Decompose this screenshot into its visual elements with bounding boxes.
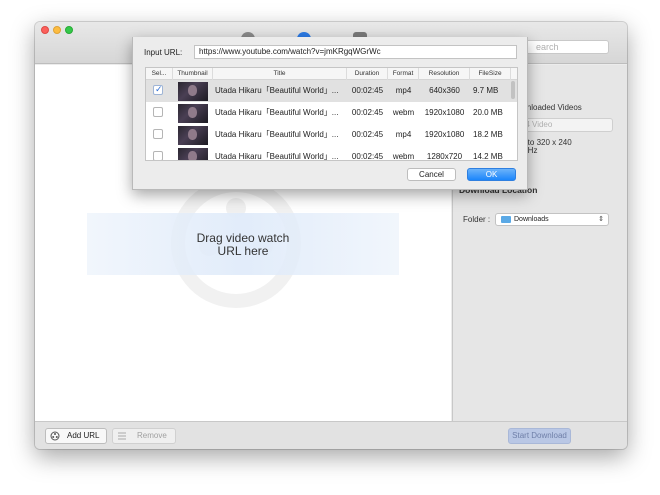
row-format: webm [392, 108, 415, 117]
column-header-thumbnail[interactable]: Thumbnail [173, 68, 213, 80]
bottom-toolbar: Add URL Remove Start Download [35, 421, 627, 449]
row-format: mp4 [395, 86, 412, 95]
column-header-title[interactable]: Title [213, 68, 347, 80]
row-duration: 00:02:45 [351, 108, 384, 117]
row-filesize: 14.2 MB [473, 152, 503, 161]
folder-label: Folder : [463, 215, 491, 224]
column-header-resolution[interactable]: Resolution [419, 68, 470, 80]
column-header-format[interactable]: Format [388, 68, 419, 80]
video-thumbnail [178, 104, 208, 123]
zoom-window-button[interactable] [65, 26, 73, 34]
row-format: webm [392, 152, 415, 161]
folder-value: Downloads [514, 216, 549, 223]
row-resolution: 640x360 [429, 86, 460, 95]
format-table: Sel... Thumbnail Title Duration Format R… [145, 67, 518, 161]
row-resolution: 1920x1080 [424, 130, 465, 139]
row-checkbox[interactable] [153, 84, 163, 95]
remove-button[interactable]: Remove [112, 428, 176, 444]
url-input[interactable]: https://www.youtube.com/watch?v=jmKRgqWG… [194, 45, 517, 59]
row-resolution: 1280x720 [426, 152, 463, 161]
table-scrollbar[interactable] [511, 81, 515, 99]
row-title: Utada Hikaru「Beautiful World」... [215, 152, 339, 161]
drop-zone-line2: URL here [217, 244, 269, 258]
video-thumbnail [178, 126, 208, 145]
column-header-filesize[interactable]: FileSize [470, 68, 511, 80]
video-thumbnail [178, 148, 208, 160]
row-filesize: 9.7 MB [473, 86, 499, 95]
row-title: Utada Hikaru「Beautiful World」... [215, 130, 339, 139]
row-duration: 00:02:45 [351, 86, 384, 95]
video-thumbnail [178, 82, 208, 101]
folder-icon [501, 216, 511, 223]
column-header-duration[interactable]: Duration [347, 68, 388, 80]
film-reel-plus-icon [50, 431, 60, 441]
row-title: Utada Hikaru「Beautiful World」... [215, 86, 339, 95]
folder-select[interactable]: Downloads ⇕ [495, 213, 609, 226]
row-title: Utada Hikaru「Beautiful World」... [215, 108, 339, 117]
table-row[interactable]: Utada Hikaru「Beautiful World」... 00:02:4… [146, 124, 517, 146]
add-url-label: Add URL [67, 431, 100, 440]
close-window-button[interactable] [41, 26, 49, 34]
add-url-button[interactable]: Add URL [45, 428, 107, 444]
row-resolution: 1920x1080 [424, 108, 465, 117]
ok-button[interactable]: OK [467, 168, 516, 181]
row-checkbox[interactable] [153, 129, 163, 139]
column-header-select[interactable]: Sel... [146, 68, 173, 80]
row-duration: 00:02:45 [351, 152, 384, 161]
list-icon [118, 432, 126, 440]
table-header: Sel... Thumbnail Title Duration Format R… [146, 68, 517, 80]
row-duration: 00:02:45 [351, 130, 384, 139]
start-download-button[interactable]: Start Download [508, 428, 571, 444]
row-checkbox[interactable] [153, 107, 163, 117]
minimize-window-button[interactable] [53, 26, 61, 34]
row-filesize: 20.0 MB [473, 108, 503, 117]
search-input[interactable]: earch [515, 40, 609, 54]
row-filesize: 18.2 MB [473, 130, 503, 139]
drop-zone-label: Drag video watch URL here [87, 232, 399, 258]
row-checkbox[interactable] [153, 151, 163, 160]
chevron-updown-icon: ⇕ [598, 216, 604, 223]
input-url-label: Input URL: [144, 48, 183, 57]
cancel-button[interactable]: Cancel [407, 168, 456, 181]
downloaded-videos-label: wnloaded Videos [521, 103, 582, 112]
table-row[interactable]: Utada Hikaru「Beautiful World」... 00:02:4… [146, 80, 517, 102]
remove-label: Remove [137, 431, 167, 440]
table-row[interactable]: Utada Hikaru「Beautiful World」... 00:02:4… [146, 102, 517, 124]
add-url-dialog: Input URL: https://www.youtube.com/watch… [132, 37, 528, 190]
table-row[interactable]: Utada Hikaru「Beautiful World」... 00:02:4… [146, 146, 517, 161]
row-format: mp4 [395, 130, 412, 139]
